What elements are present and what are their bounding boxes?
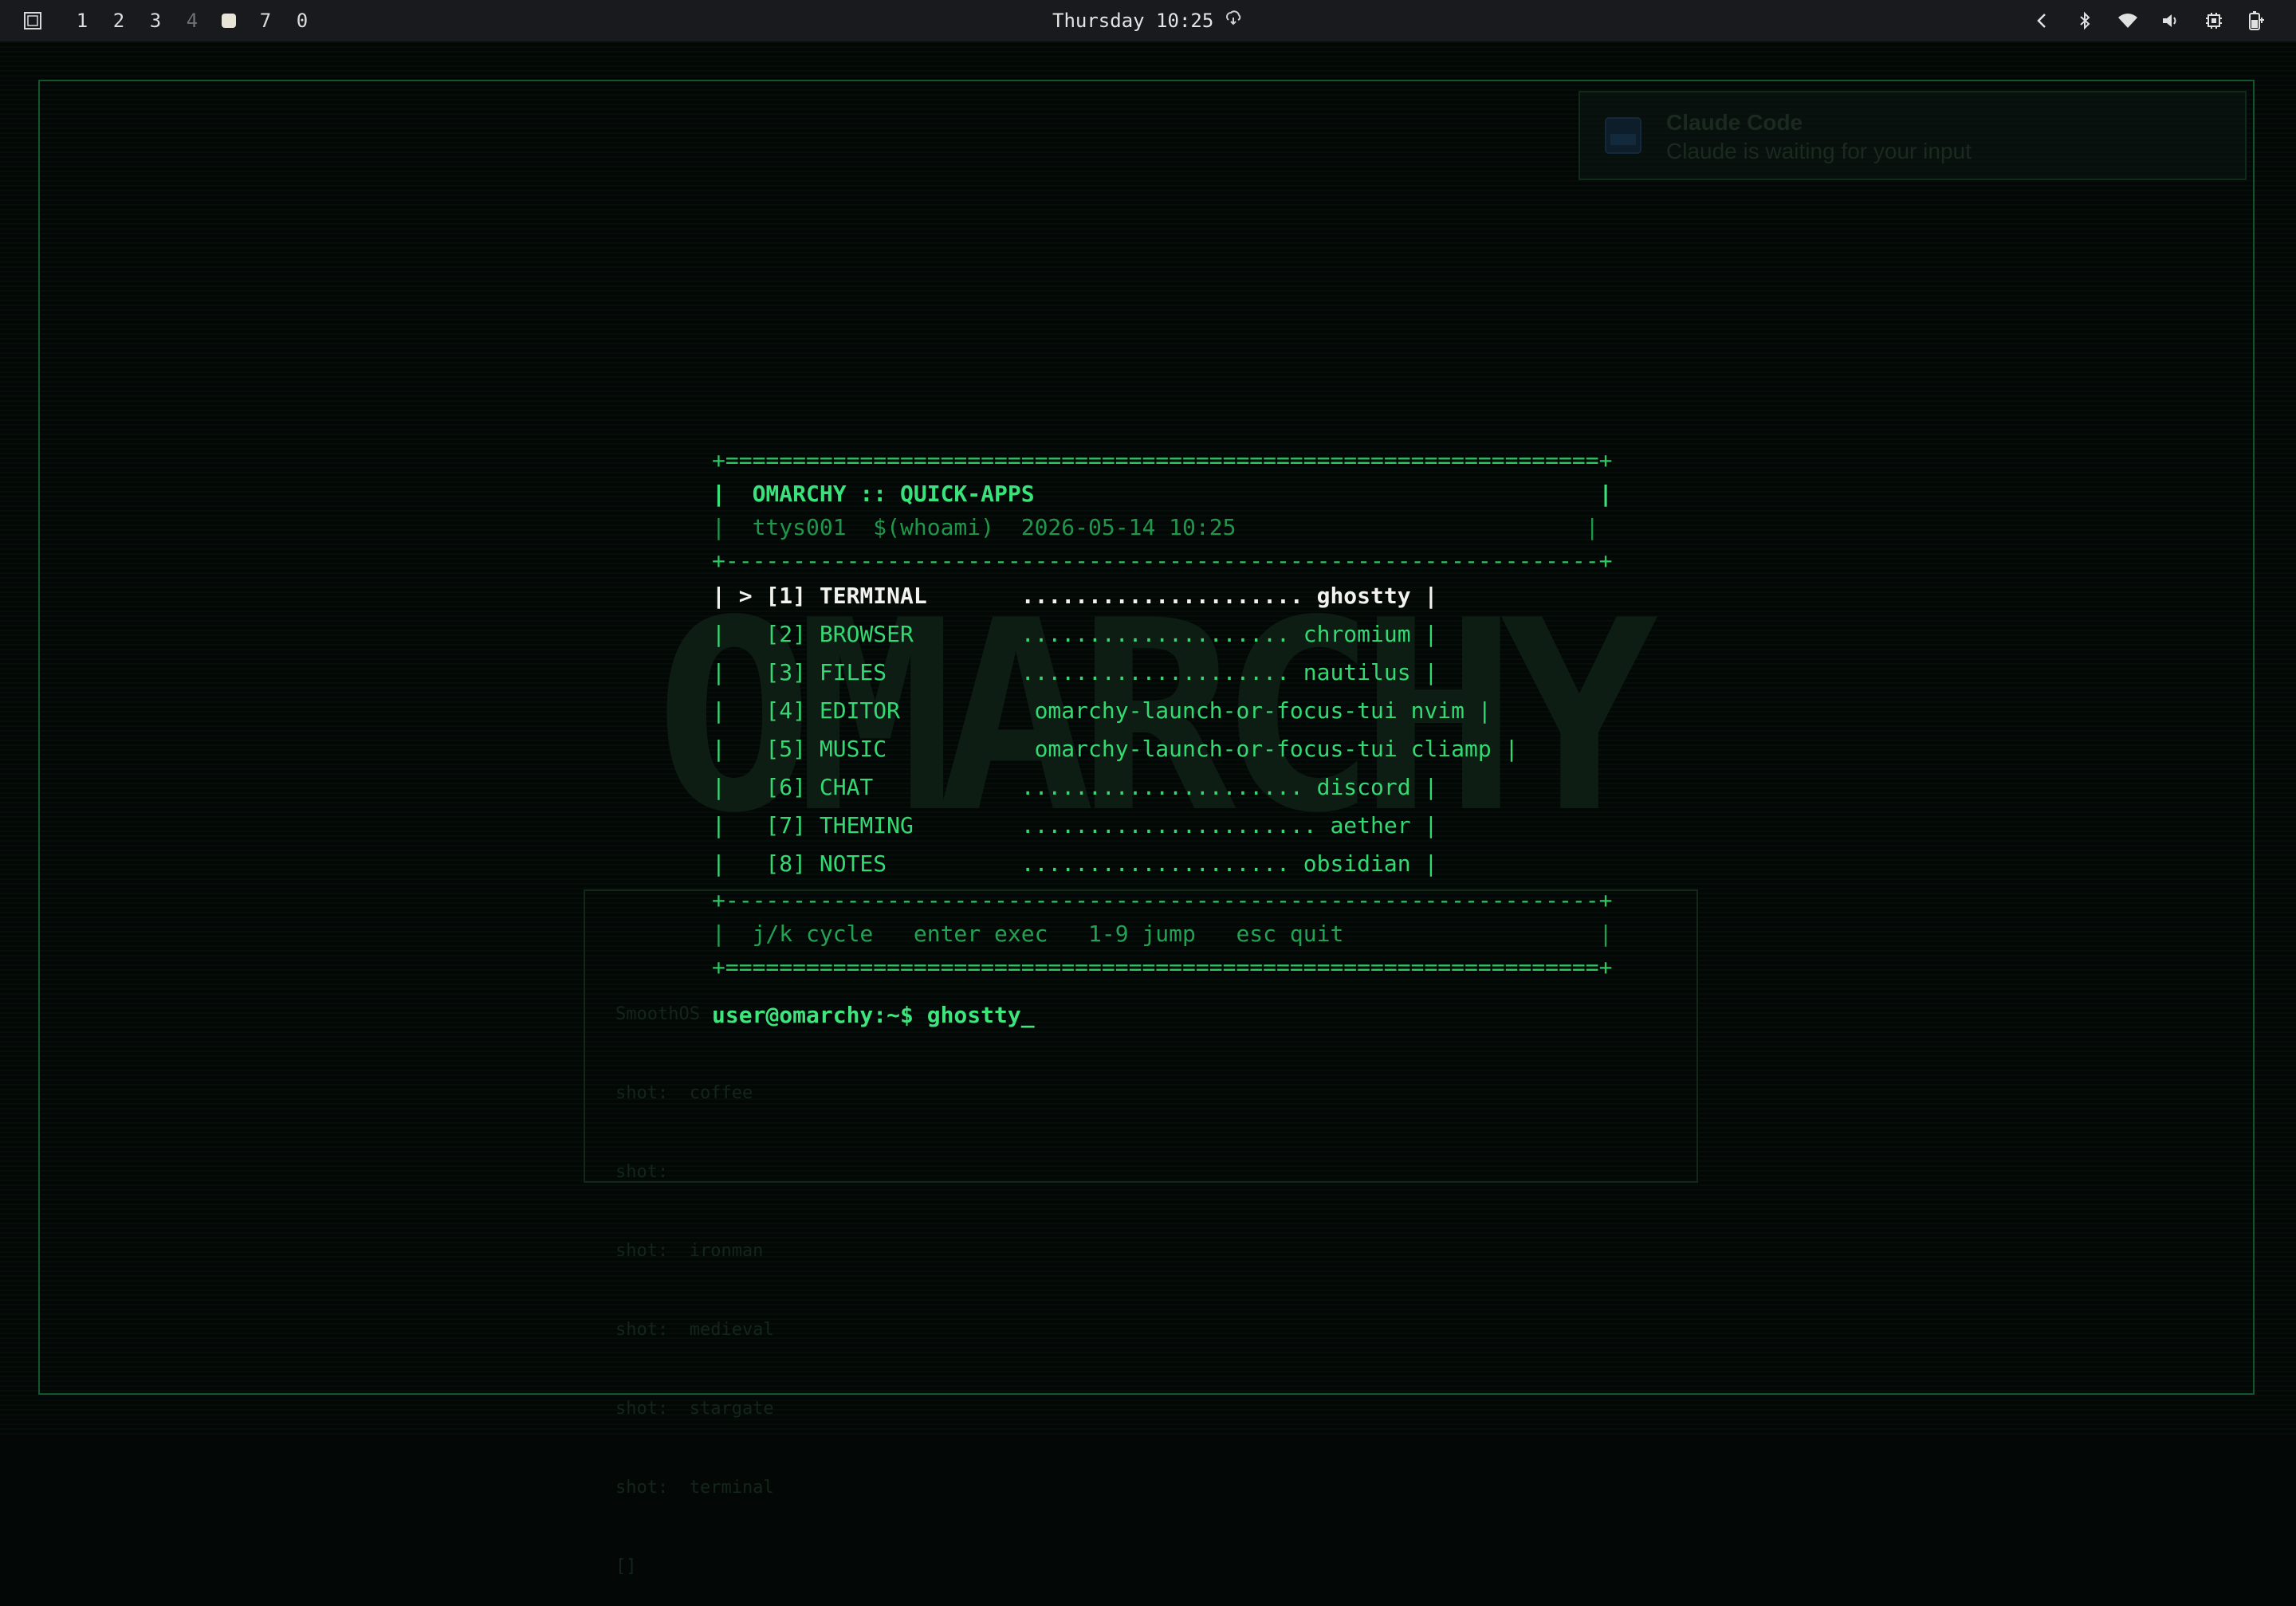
keybinding-hints: | j/k cycle enter exec 1-9 jump esc quit… <box>712 921 1613 947</box>
menu-title: | OMARCHY :: QUICK-APPS | <box>712 481 1613 507</box>
chevron-left-icon[interactable] <box>2020 0 2063 41</box>
background-line: shot: <box>615 1162 690 1182</box>
menu-item-theming[interactable]: | [7] THEMING ...................... aet… <box>712 811 1437 840</box>
top-bar: 1 2 3 4 7 0 Thursday 10:25 <box>0 0 2296 41</box>
cpu-icon[interactable] <box>2192 0 2235 41</box>
volume-icon[interactable] <box>2149 0 2192 41</box>
workspace-1[interactable]: 1 <box>64 0 100 41</box>
battery-icon[interactable] <box>2235 0 2278 41</box>
workspace-0[interactable]: 0 <box>284 0 320 41</box>
workspace-active[interactable] <box>210 0 247 41</box>
workspace-7[interactable]: 7 <box>247 0 284 41</box>
menu-subtitle: | ttys001 $(whoami) 2026-05-14 10:25 | <box>712 514 1599 540</box>
background-line: [] <box>615 1557 637 1577</box>
workspace-3[interactable]: 3 <box>137 0 174 41</box>
active-workspace-icon <box>222 14 236 28</box>
workspace-switcher: 1 2 3 4 7 0 <box>24 0 320 41</box>
background-line: shot: medieval <box>615 1320 774 1340</box>
shell-prompt[interactable]: user@omarchy:~$ ghostty_ <box>712 1001 1035 1030</box>
weather-icon <box>1225 10 1242 32</box>
clock[interactable]: Thursday 10:25 <box>1052 0 1242 41</box>
notification-app-icon <box>1604 116 1642 155</box>
menu-item-browser[interactable]: | [2] BROWSER .................... chrom… <box>712 620 1437 649</box>
notification-title: Claude Code <box>1666 110 1803 135</box>
launcher-icon[interactable] <box>24 12 41 29</box>
notification[interactable]: Claude Code Claude is waiting for your i… <box>1578 91 2247 180</box>
header-rule: +---------------------------------------… <box>712 548 1613 574</box>
bottom-rule: +=======================================… <box>712 954 1613 980</box>
menu-item-editor[interactable]: | [4] EDITOR omarchy-launch-or-focus-tui… <box>712 697 1492 725</box>
menu-item-notes[interactable]: | [8] NOTES .................... obsidia… <box>712 850 1437 878</box>
clock-text: Thursday 10:25 <box>1052 10 1214 32</box>
menu-item-files[interactable]: | [3] FILES .................... nautilu… <box>712 658 1437 687</box>
menu-item-music[interactable]: | [5] MUSIC omarchy-launch-or-focus-tui … <box>712 735 1518 764</box>
system-tray <box>2020 0 2278 41</box>
wifi-icon[interactable] <box>2106 0 2149 41</box>
menu-item-terminal[interactable]: | > [1] TERMINAL ..................... g… <box>712 582 1437 611</box>
menu-item-chat[interactable]: | [6] CHAT ..................... discord… <box>712 773 1437 802</box>
background-list: SmoothOS shot: coffee shot: shot: ironma… <box>615 948 774 1606</box>
top-rule: +=======================================… <box>712 447 1613 473</box>
workspace-2[interactable]: 2 <box>100 0 137 41</box>
background-line: shot: terminal <box>615 1478 774 1498</box>
footer-rule: +---------------------------------------… <box>712 887 1613 913</box>
background-line: shot: stargate <box>615 1399 774 1419</box>
background-line: shot: coffee <box>615 1083 753 1103</box>
workspace-4[interactable]: 4 <box>174 0 210 41</box>
bluetooth-icon[interactable] <box>2063 0 2106 41</box>
background-line: shot: ironman <box>615 1241 764 1261</box>
notification-body: Claude is waiting for your input <box>1666 139 1972 163</box>
